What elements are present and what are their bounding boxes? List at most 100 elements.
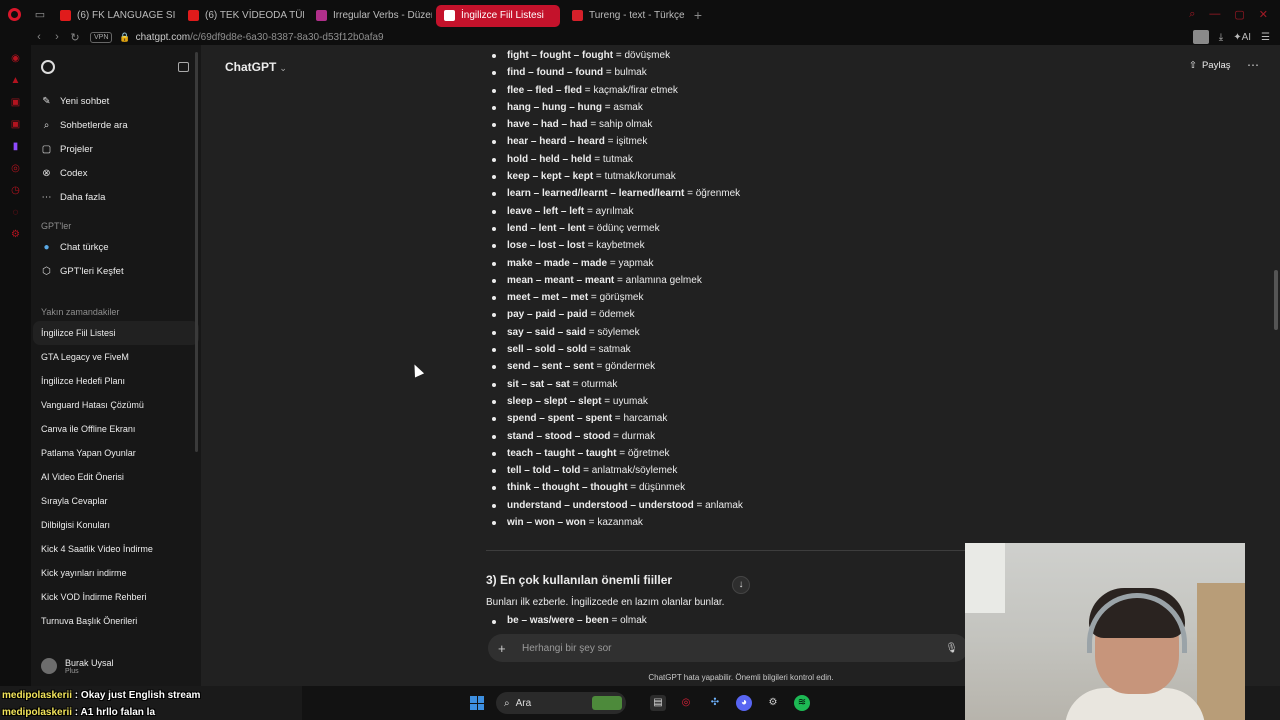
sidebar-item-yeni-sohbet[interactable]: ✎ Yeni sohbet	[31, 89, 201, 113]
chatgpt-logo-icon[interactable]	[41, 60, 55, 74]
maximize-icon[interactable]: ▢	[1234, 8, 1244, 21]
sidebar-chat-item[interactable]: Turnuva Başlık Önerileri	[31, 609, 201, 633]
microphone-icon[interactable]: 🎙	[945, 643, 958, 654]
spotify-icon[interactable]: ≋	[794, 695, 810, 711]
sidebar-item-label: Daha fazla	[60, 191, 106, 203]
extensions-icon[interactable]: ◌	[10, 207, 21, 218]
close-icon[interactable]: ✕	[1259, 8, 1268, 21]
share-button[interactable]: ⇧ Paylaş	[1189, 60, 1230, 71]
verb-forms: pay – paid – paid	[507, 309, 588, 321]
settings-icon[interactable]: ⚙	[10, 229, 21, 240]
verb-meaning: öğretmek	[627, 447, 670, 459]
aria-icon[interactable]: ◉	[10, 53, 21, 64]
verb-forms: hear – heard – heard	[507, 136, 605, 148]
sidebar-chat-item[interactable]: Vanguard Hatası Çözümü	[31, 393, 201, 417]
sidebar-item-daha-fazla[interactable]: ⋯ Daha fazla	[31, 185, 201, 209]
verb-forms: mean – meant – meant	[507, 274, 615, 286]
task-view-icon[interactable]: ▤	[650, 695, 666, 711]
sidebar-chat-item[interactable]: Dilbilgisi Konuları	[31, 513, 201, 537]
taskbar-search[interactable]: ⌕ Ara	[496, 692, 626, 714]
forward-icon[interactable]: ›	[48, 31, 66, 43]
sidebar-item-label: Chat türkçe	[60, 241, 109, 253]
verb-meaning: durmak	[621, 430, 656, 442]
browser-tab[interactable]: Tureng - text - Türkçe İngi	[564, 5, 688, 27]
verb-forms: fight – fought – fought	[507, 50, 614, 61]
model-selector[interactable]: ChatGPT ⌄	[225, 60, 287, 74]
sidebar-chat-item[interactable]: AI Video Edit Önerisi	[31, 465, 201, 489]
list-item: pay – paid – paid = ödemek	[492, 306, 1012, 323]
prompt-input[interactable]	[522, 642, 946, 654]
windows-start-icon[interactable]	[470, 696, 484, 710]
reload-icon[interactable]: ↻	[66, 31, 84, 44]
sidebar-toggle-icon[interactable]	[178, 62, 189, 72]
vpn-badge[interactable]: VPN	[90, 31, 113, 43]
sidebar-scrollbar[interactable]	[195, 52, 198, 452]
user-menu[interactable]: Burak Uysal Plus	[31, 646, 201, 686]
easy-setup-icon[interactable]: ☰	[1261, 32, 1270, 43]
discord-icon[interactable]: ◕	[736, 695, 752, 711]
sidebar-header	[31, 45, 201, 89]
tab-label: İngilizce Fiil Listesi	[461, 10, 544, 21]
lock-icon[interactable]: 🔒	[119, 32, 130, 43]
scroll-to-bottom-button[interactable]: ↓	[732, 576, 750, 594]
sidebar-chat-item[interactable]: İngilizce Fiil Listesi	[33, 321, 199, 345]
more-options-icon[interactable]: ⋯	[1247, 58, 1259, 72]
url-field[interactable]: chatgpt.com/c/69df9d8e-6a30-8387-8a30-d5…	[136, 32, 384, 43]
sidebar-item-projeler[interactable]: ▢ Projeler	[31, 137, 201, 161]
sidebar-gpt-item[interactable]: ● Chat türkçe	[31, 235, 201, 259]
steam-icon[interactable]: ⚙	[765, 695, 781, 711]
sidebar-chat-item[interactable]: Kick 4 Saatlik Video İndirme	[31, 537, 201, 561]
sidebar-gpt-item[interactable]: ⬡ GPT'leri Keşfet	[31, 259, 201, 283]
browser-tab[interactable]: İngilizce Fiil Listesi	[436, 4, 560, 27]
list-item: meet – met – met = görüşmek	[492, 289, 1012, 306]
verb-forms: keep – kept – kept	[507, 171, 594, 183]
sidebar-chat-item[interactable]: Canva ile Offline Ekranı	[31, 417, 201, 441]
verb-meaning: kaçmak/firar etmek	[593, 84, 678, 96]
snapshot-thumbnail[interactable]	[1192, 30, 1209, 44]
verb-forms: win – won – won	[507, 517, 586, 529]
sidebar-chat-item[interactable]: İngilizce Hedefi Planı	[31, 369, 201, 393]
twitch-icon[interactable]: ▮	[10, 141, 21, 152]
sidebar-chat-item[interactable]: GTA Legacy ve FiveM	[31, 345, 201, 369]
address-bar: ‹ › ↻ VPN 🔒 chatgpt.com/c/69df9d8e-6a30-…	[0, 29, 1280, 45]
app-icon[interactable]: ✣	[707, 695, 723, 711]
sidebar-item-label: Sohbetlerde ara	[60, 119, 128, 131]
back-icon[interactable]: ‹	[30, 31, 48, 43]
opera-logo-icon[interactable]	[0, 0, 28, 29]
verb-forms: be – was/were – been	[507, 615, 609, 626]
gx-corner-icon[interactable]: ▲	[10, 75, 21, 86]
verb-meaning: asmak	[613, 101, 643, 113]
browser-tab[interactable]: Irregular Verbs - Düzensi	[308, 5, 432, 27]
sidebar-chat-item[interactable]: Sırayla Cevaplar	[31, 489, 201, 513]
list-item: be – was/were – been = olmak	[492, 615, 647, 626]
chat-scrollbar[interactable]	[1274, 270, 1278, 330]
verb-forms: sit – sat – sat	[507, 378, 570, 390]
list-item: sit – sat – sat = oturmak	[492, 376, 1012, 393]
list-item: have – had – had = sahip olmak	[492, 116, 1012, 133]
browser-tab[interactable]: (6) TEK VİDEODA TÜM İN	[180, 5, 304, 27]
download-icon[interactable]: ⤓	[1219, 32, 1223, 43]
minimize-icon[interactable]: —	[1209, 8, 1220, 21]
new-tab-button[interactable]: +	[688, 7, 708, 23]
sidebar-chat-item[interactable]: Kick yayınları indirme	[31, 561, 201, 585]
opera-gx-icon[interactable]: ◎	[678, 695, 694, 711]
player-icon[interactable]: ◎	[10, 163, 21, 174]
messenger-icon[interactable]: ▣	[10, 97, 21, 108]
sidebar-item-sohbetlerde-ara[interactable]: ⌕ Sohbetlerde ara	[31, 113, 201, 137]
ai-button[interactable]: ✦AI	[1233, 32, 1251, 43]
instagram-icon[interactable]: ▣	[10, 119, 21, 130]
codex-icon: ⊗	[42, 167, 51, 179]
list-item: keep – kept – kept = tutmak/korumak	[492, 168, 1012, 185]
list-item: spend – spent – spent = harcamak	[492, 410, 1012, 427]
verb-forms: flee – fled – fled	[507, 84, 583, 96]
history-icon[interactable]: ◷	[10, 185, 21, 196]
url-host: chatgpt.com	[135, 31, 191, 43]
sidebar-item-codex[interactable]: ⊗ Codex	[31, 161, 201, 185]
sidebar-chat-item[interactable]: Kick VOD İndirme Rehberi	[31, 585, 201, 609]
sidebar-chat-item[interactable]: Patlama Yapan Oyunlar	[31, 441, 201, 465]
tab-menu-icon[interactable]: ▭	[28, 0, 52, 29]
search-tabs-icon[interactable]: ⌕	[1189, 8, 1195, 21]
attach-plus-icon[interactable]: +	[498, 641, 514, 656]
url-path: /c/69df9d8e-6a30-8387-8a30-d53f12b0afa9	[190, 31, 384, 43]
browser-tab[interactable]: (6) FK LANGUAGE SIFIRD	[52, 5, 176, 27]
